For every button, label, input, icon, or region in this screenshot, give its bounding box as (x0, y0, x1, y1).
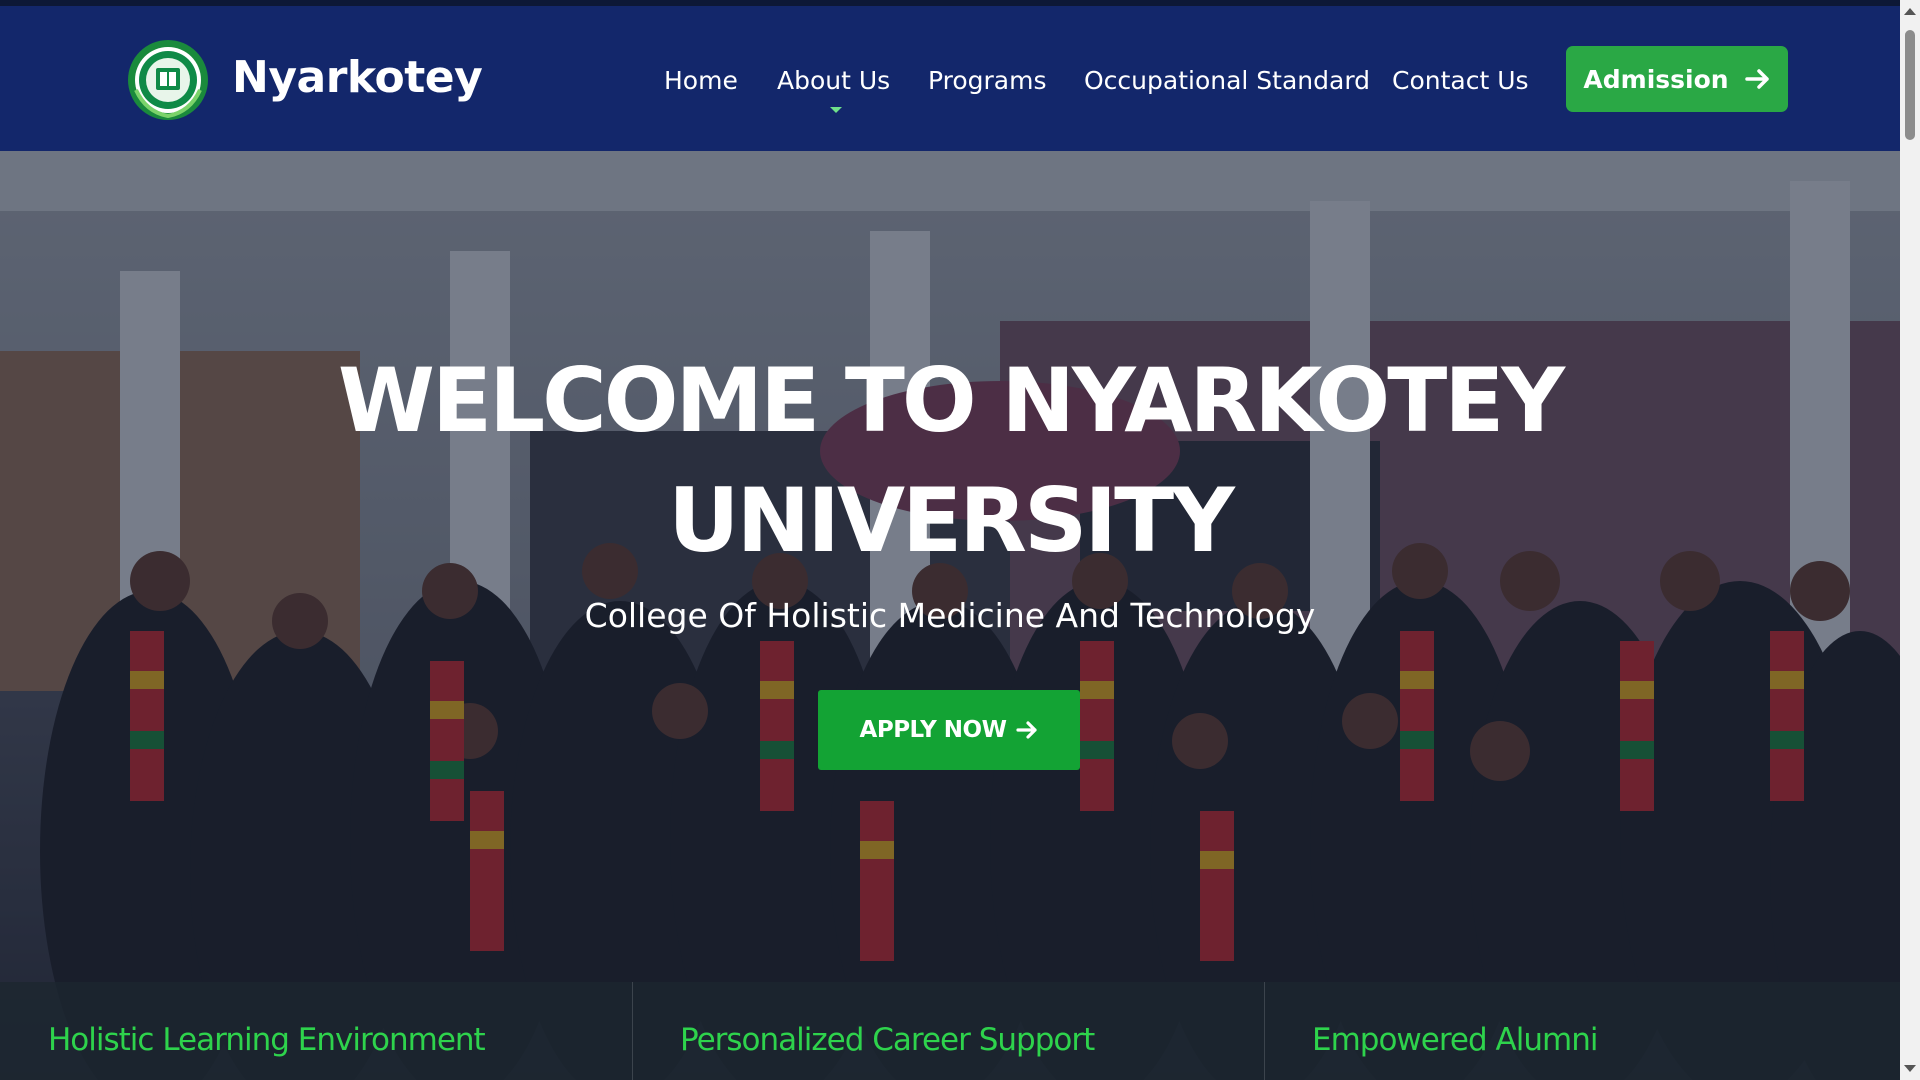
hero-title: WELCOME TO NYARKOTEY UNIVERSITY (0, 341, 1900, 581)
hero-title-line-2: UNIVERSITY (668, 469, 1235, 572)
nav-item-home[interactable]: Home (664, 66, 738, 95)
scroll-down-arrow-icon[interactable] (1904, 1065, 1916, 1072)
hero-title-line-1: WELCOME TO NYARKOTEY (337, 349, 1565, 452)
arrow-right-icon (1016, 721, 1038, 739)
scroll-up-arrow-icon[interactable] (1904, 8, 1916, 15)
site-header: Nyarkotey Home About Us Programs Occupat… (0, 6, 1900, 151)
arrow-right-icon (1744, 69, 1769, 89)
feature-item: Holistic Learning Environment (0, 982, 633, 1080)
nav-item-contact-us[interactable]: Contact Us (1392, 66, 1529, 95)
feature-label: Personalized Career Support (680, 1022, 1095, 1058)
hero-section: WELCOME TO NYARKOTEY UNIVERSITY College … (0, 151, 1900, 1080)
hero-subtitle: College Of Holistic Medicine And Technol… (584, 596, 1316, 635)
feature-item: Personalized Career Support (632, 982, 1265, 1080)
nav-item-about-us[interactable]: About Us (777, 66, 890, 95)
feature-label: Holistic Learning Environment (48, 1022, 486, 1058)
scrollbar-thumb[interactable] (1905, 30, 1915, 140)
nav-item-programs[interactable]: Programs (928, 66, 1047, 95)
feature-item: Empowered Alumni (1264, 982, 1896, 1080)
admission-label: Admission (1583, 64, 1729, 94)
admission-button[interactable]: Admission (1566, 46, 1788, 112)
apply-now-label: APPLY NOW (859, 717, 1007, 743)
feature-strip: Holistic Learning Environment Personaliz… (0, 982, 1900, 1080)
brand-name[interactable]: Nyarkotey (232, 52, 483, 103)
dropdown-indicator-icon (830, 107, 842, 113)
apply-now-button[interactable]: APPLY NOW (818, 690, 1080, 770)
university-crest-icon[interactable] (126, 38, 210, 122)
feature-label: Empowered Alumni (1312, 1022, 1598, 1058)
nav-item-occupational-standard[interactable]: Occupational Standard (1084, 66, 1370, 95)
page-scrollbar[interactable] (1900, 0, 1920, 1080)
